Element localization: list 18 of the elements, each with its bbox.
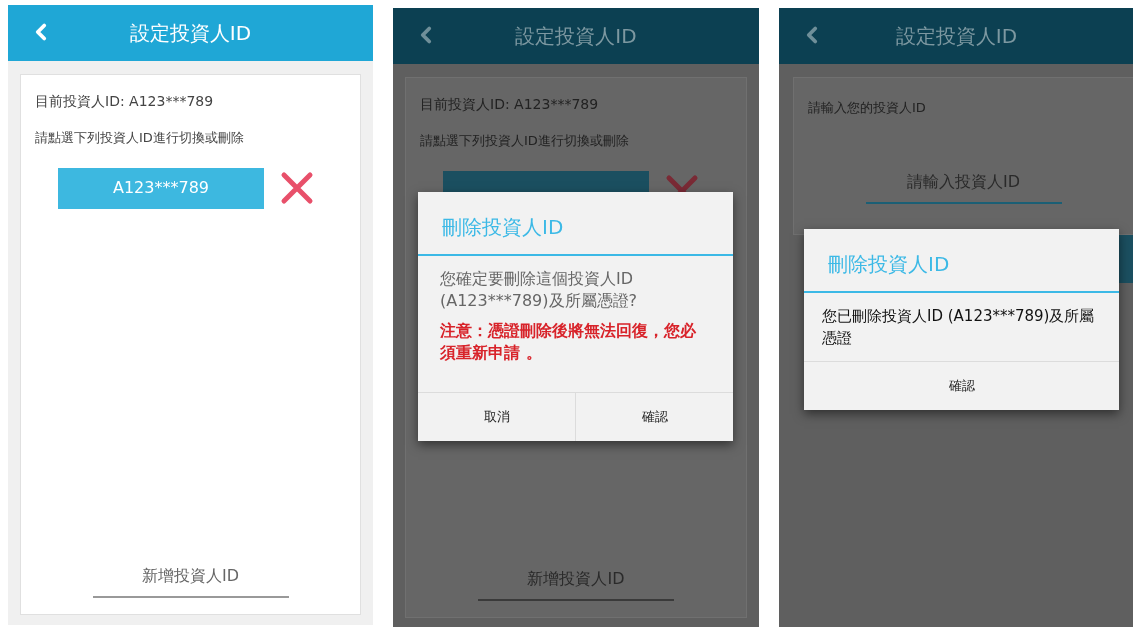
current-id-text: 目前投資人ID: A123***789 xyxy=(35,92,215,111)
investor-id-input[interactable]: 請輸入投資人ID xyxy=(865,169,1062,204)
current-id-text: 目前投資人ID: A123***789 xyxy=(420,95,600,114)
dialog-title: 刪除投資人ID xyxy=(442,215,564,239)
dialog-title: 刪除投資人ID xyxy=(828,252,950,276)
dialog-button[interactable]: 確認 xyxy=(804,362,1119,410)
dialog-message: 您確定要刪除這個投資人ID (A123***789)及所屬憑證? xyxy=(439,268,638,312)
instruction-text: 請點選下列投資人ID進行切換或刪除 xyxy=(420,132,630,150)
screen-title: 設定投資人ID xyxy=(129,20,252,47)
dialog-button[interactable]: 取消 xyxy=(418,393,575,441)
add-id-button[interactable]: 新增投資人ID xyxy=(92,564,289,598)
instruction-text: 請點選下列投資人ID進行切換或刪除 xyxy=(35,129,245,147)
screen-title: 設定投資人ID xyxy=(895,23,1018,50)
screen-title: 設定投資人ID xyxy=(515,23,637,50)
prompt-text: 請輸入您的投資人ID xyxy=(808,99,927,117)
dialog-button[interactable]: 確認 xyxy=(575,393,733,441)
dialog-warning: 注意：憑證刪除後將無法回復，您必須重新申請 。 xyxy=(439,320,697,364)
dialog-message: 您已刪除投資人ID (A123***789)及所屬憑證 xyxy=(822,306,1096,349)
